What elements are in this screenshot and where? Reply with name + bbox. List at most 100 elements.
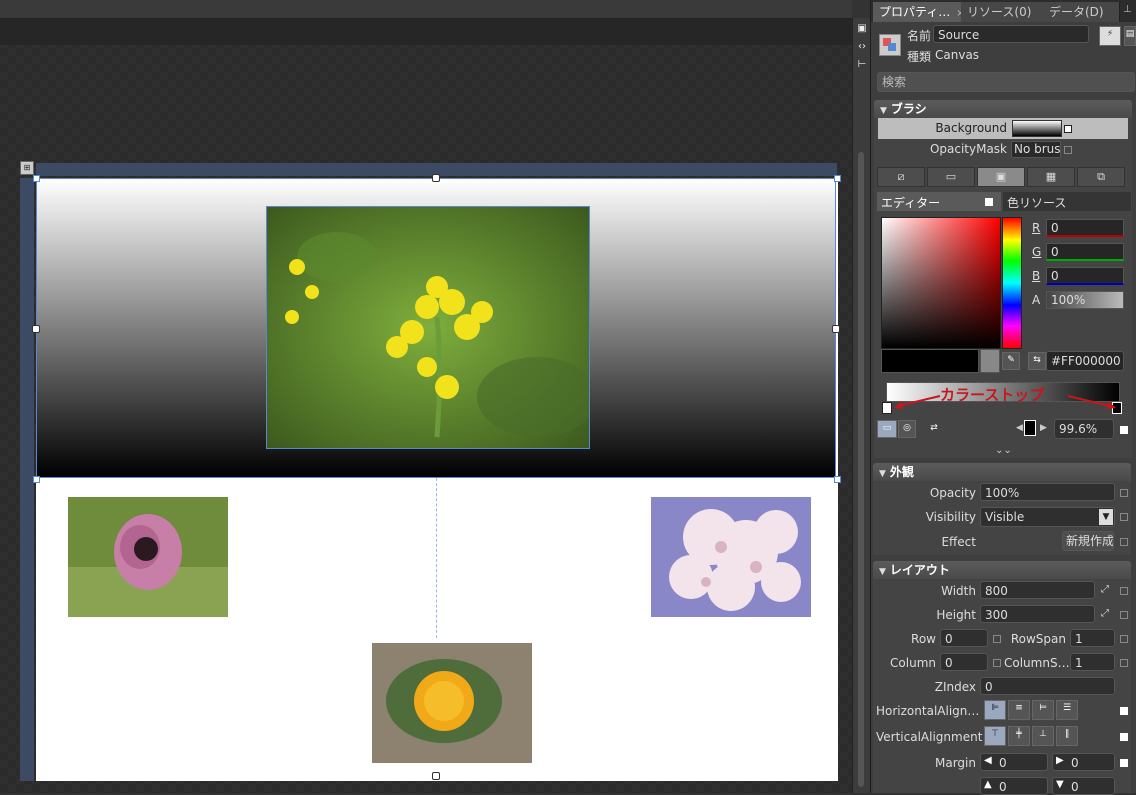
poppy-flower-image[interactable] (68, 497, 228, 617)
align-bottom-icon[interactable]: ⊥ (1032, 726, 1054, 746)
next-stop-icon[interactable]: ▶ (1040, 423, 1047, 433)
advanced-property-marker[interactable] (1064, 125, 1072, 133)
advanced-property-marker[interactable] (1120, 635, 1128, 643)
arrow-up-icon: ▲ (984, 779, 992, 790)
align-center-icon[interactable]: ≡ (1008, 700, 1030, 720)
marigold-flower-image[interactable] (372, 643, 532, 763)
row-field[interactable]: 0 (940, 629, 988, 647)
resource-brush-button[interactable]: ⧉ (1077, 167, 1125, 187)
advanced-property-marker[interactable] (1120, 538, 1128, 546)
opacitymask-value[interactable]: No brush (1011, 141, 1061, 158)
hue-slider[interactable] (1002, 217, 1022, 349)
a-label: A (1032, 293, 1041, 307)
advanced-property-marker[interactable] (1120, 707, 1128, 715)
b-field[interactable]: 0 (1046, 267, 1124, 285)
resize-handle-left[interactable] (32, 325, 40, 333)
code-view-icon[interactable]: ‹› (855, 40, 869, 54)
grid-layout-mode-icon[interactable]: ⊞ (20, 161, 34, 175)
split-view-icon[interactable]: ⊢ (855, 58, 869, 72)
opacity-field[interactable]: 100% (980, 483, 1115, 501)
opacity-label: Opacity (929, 486, 976, 500)
name-field[interactable]: Source (933, 25, 1089, 43)
advanced-property-marker[interactable] (1120, 733, 1128, 741)
zindex-field[interactable]: 0 (980, 677, 1115, 695)
background-label: Background (935, 121, 1007, 135)
tab-data[interactable]: データ(D) (1043, 2, 1120, 22)
corner-handle[interactable] (33, 476, 40, 483)
advanced-property-marker[interactable] (1120, 489, 1128, 497)
column-field[interactable]: 0 (940, 653, 988, 671)
height-field[interactable]: 300 (980, 605, 1095, 623)
align-stretch-icon[interactable]: ☰ (1056, 700, 1078, 720)
type-value: Canvas (935, 48, 980, 62)
width-field[interactable]: 800 (980, 581, 1095, 599)
corner-handle[interactable] (834, 175, 841, 182)
resize-handle-bottom[interactable] (432, 772, 440, 780)
brush-section-header[interactable]: ▼ ブラシ (874, 100, 1132, 118)
advanced-property-marker[interactable] (1120, 513, 1128, 521)
tab-editor[interactable]: エディター (877, 192, 1001, 211)
corner-handle[interactable] (33, 175, 40, 182)
cherry-blossom-image[interactable] (651, 497, 811, 617)
resize-handle-top[interactable] (432, 174, 440, 182)
align-top-icon[interactable]: ⊤ (984, 726, 1006, 746)
annotation-arrows (894, 395, 1116, 409)
auto-size-icon[interactable]: ⤢ (1101, 584, 1109, 595)
advanced-property-marker[interactable] (1120, 659, 1128, 667)
advanced-property-marker[interactable] (993, 659, 1001, 667)
arrow-down-icon: ▼ (1056, 779, 1064, 790)
advanced-property-marker[interactable] (1064, 146, 1072, 154)
layout-section-header[interactable]: ▼ レイアウト (873, 561, 1131, 579)
tile-brush-button[interactable]: ▦ (1027, 167, 1075, 187)
visibility-select[interactable]: Visible ▼ (980, 507, 1115, 527)
artboard[interactable] (32, 174, 841, 781)
grid-row-rail[interactable] (20, 178, 34, 781)
align-vstretch-icon[interactable]: ∥ (1056, 726, 1078, 746)
advanced-property-marker[interactable] (1120, 587, 1128, 595)
tab-resources[interactable]: リソース(0) (961, 2, 1046, 22)
reverse-gradient-icon[interactable]: ⇄ (926, 421, 942, 437)
prev-stop-icon[interactable]: ◀ (1016, 423, 1023, 433)
stop-offset-field[interactable]: 99.6% (1054, 419, 1114, 439)
r-field[interactable]: 0 (1046, 219, 1124, 237)
search-input[interactable]: 検索 (877, 72, 1135, 92)
rapeseed-flower-image[interactable] (266, 206, 590, 449)
align-right-icon[interactable]: ⊨ (1032, 700, 1054, 720)
advanced-property-marker[interactable] (1120, 426, 1128, 434)
effect-new-button[interactable]: 新規作成 (1062, 531, 1114, 551)
tab-properties[interactable]: プロパティ…× (873, 2, 966, 22)
vertical-scrollbar[interactable] (858, 152, 864, 787)
advanced-property-marker[interactable] (1120, 759, 1128, 767)
no-brush-button[interactable]: ⧄ (877, 167, 925, 187)
align-left-icon[interactable]: ⊫ (984, 700, 1006, 720)
align-middle-icon[interactable]: ╪ (1008, 726, 1030, 746)
solid-brush-button[interactable]: ▭ (927, 167, 975, 187)
pin-icon[interactable]: ⊥ (1123, 4, 1135, 16)
columnspan-field[interactable]: 1 (1070, 653, 1115, 671)
background-brush-swatch[interactable] (1012, 120, 1062, 137)
a-field[interactable]: 100% (1046, 291, 1124, 309)
advanced-property-marker[interactable] (1120, 611, 1128, 619)
chevron-down-icon[interactable]: ▼ (1099, 509, 1113, 525)
hex-field[interactable]: #FF000000 (1046, 351, 1124, 371)
color-mode-icon[interactable]: ⇆ (1028, 352, 1046, 370)
properties-view-icon[interactable]: ▤ (1124, 26, 1136, 46)
corner-handle[interactable] (834, 476, 841, 483)
color-picker-field[interactable] (881, 217, 1001, 349)
gradient-brush-button[interactable]: ▣ (977, 167, 1025, 187)
layout-icon[interactable]: ▣ (855, 22, 869, 36)
rowspan-field[interactable]: 1 (1070, 629, 1115, 647)
g-field[interactable]: 0 (1046, 243, 1124, 261)
previous-color-swatch (980, 349, 1000, 373)
radial-gradient-button[interactable]: ◎ (898, 420, 916, 438)
events-icon[interactable]: ⚡ (1099, 26, 1121, 46)
arrow-right-icon: ▶ (1056, 755, 1064, 766)
appearance-section-header[interactable]: ▼ 外観 (873, 463, 1131, 481)
tab-color-resources[interactable]: 色リソース (1003, 192, 1131, 211)
auto-size-icon[interactable]: ⤢ (1101, 608, 1109, 619)
advanced-property-marker[interactable] (993, 635, 1001, 643)
resize-handle-right[interactable] (832, 325, 840, 333)
linear-gradient-button[interactable]: ▭ (877, 420, 897, 438)
expand-chevron-icon[interactable]: ⌄⌄ (995, 445, 1012, 456)
eyedropper-icon[interactable]: ✎ (1002, 352, 1020, 370)
